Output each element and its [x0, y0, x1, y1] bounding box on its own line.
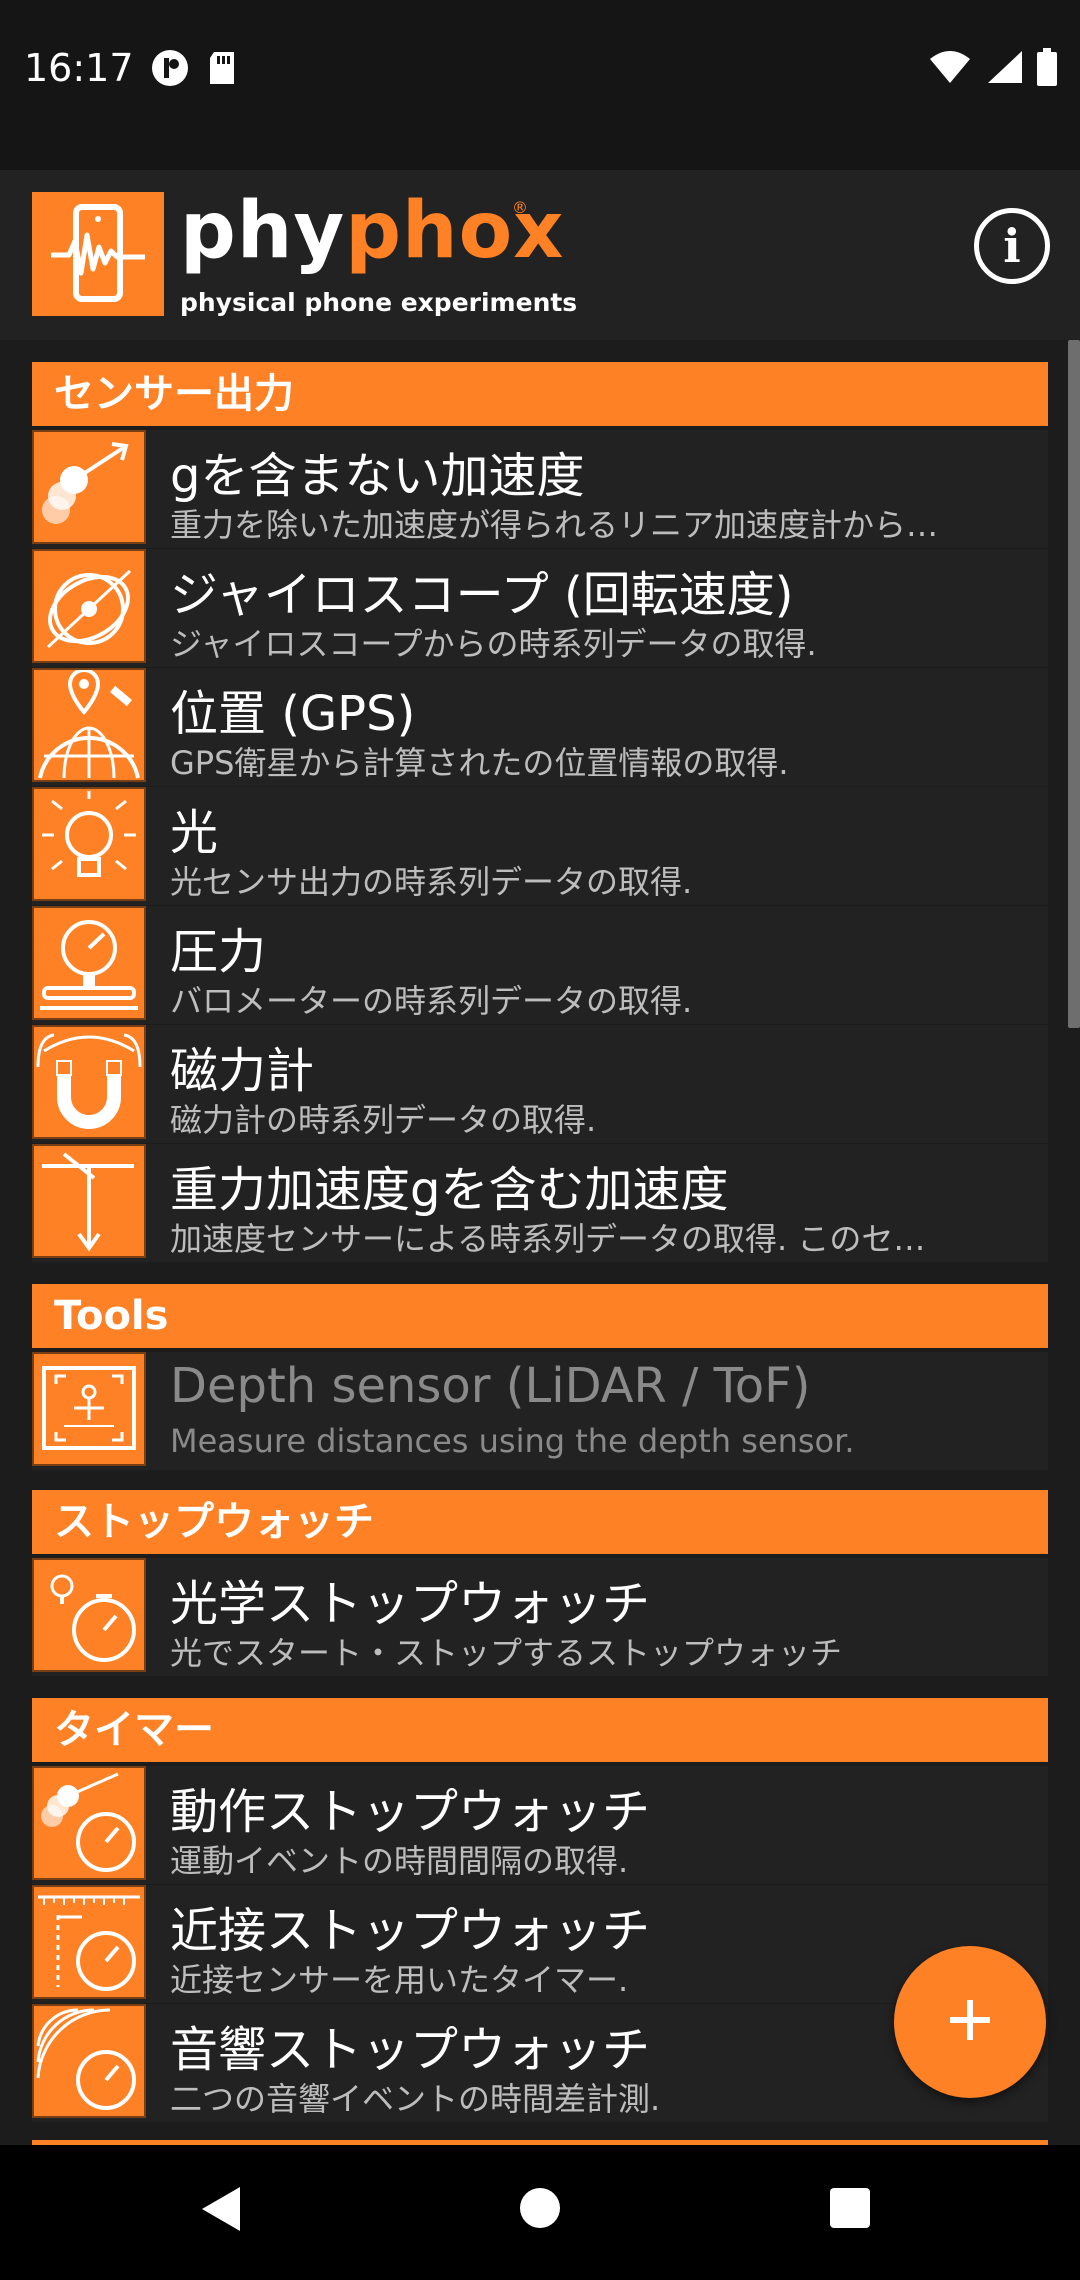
motion-stopwatch-icon — [32, 1766, 146, 1880]
experiment-title: ジャイロスコープ (回転速度) — [170, 567, 794, 623]
battery-icon — [1036, 48, 1058, 90]
experiment-description: Measure distances using the depth sensor… — [170, 1422, 855, 1460]
experiment-title: 磁力計 — [170, 1043, 315, 1099]
experiment-item[interactable]: 圧力 バロメーターの時系列データの取得. — [32, 906, 1048, 1024]
experiment-title: Depth sensor (LiDAR / ToF) — [170, 1358, 811, 1414]
notification-app-icon — [150, 48, 190, 92]
light-bulb-icon — [32, 787, 146, 901]
logo-registered-mark: ® — [512, 198, 528, 217]
experiment-item[interactable]: 位置 (GPS) GPS衛星から計算されたの位置情報の取得. — [32, 668, 1048, 786]
experiment-item[interactable]: 近接ストップウォッチ 近接センサーを用いたタイマー. — [32, 1885, 1048, 2003]
cell-signal-icon — [984, 49, 1024, 89]
plus-icon — [948, 1998, 992, 2046]
experiment-list[interactable]: センサー出力 gを含まない加速度 重力を除いた加速度が得られるリニア加速度計から… — [0, 340, 1080, 2145]
experiment-title: 音響ストップウォッチ — [170, 2022, 651, 2078]
experiment-description: 加速度センサーによる時系列データの取得. このセ… — [170, 1220, 926, 1258]
experiment-title: 近接ストップウォッチ — [170, 1903, 651, 1959]
gps-location-icon — [32, 668, 146, 782]
experiment-description: 磁力計の時系列データの取得. — [170, 1101, 597, 1139]
experiment-title: 光 — [170, 805, 219, 861]
experiment-title: gを含まない加速度 — [170, 448, 585, 504]
experiment-item[interactable]: 光 光センサ出力の時系列データの取得. — [32, 787, 1048, 905]
app-logo-subtitle: physical phone experiments — [180, 288, 578, 317]
experiment-description: 重力を除いた加速度が得られるリニア加速度計から… — [170, 506, 939, 544]
category-header-timer: タイマー — [32, 1698, 1048, 1762]
back-icon[interactable] — [198, 2185, 244, 2237]
experiment-title: 動作ストップウォッチ — [170, 1784, 651, 1840]
experiment-title: 光学ストップウォッチ — [170, 1576, 651, 1632]
status-bar: 16:17 — [0, 0, 1080, 170]
experiment-item[interactable]: gを含まない加速度 重力を除いた加速度が得られるリニア加速度計から… — [32, 430, 1048, 548]
gyroscope-icon — [32, 549, 146, 663]
experiment-item[interactable]: 重力加速度gを含む加速度 加速度センサーによる時系列データの取得. このセ… — [32, 1144, 1048, 1262]
experiment-title: 位置 (GPS) — [170, 686, 416, 742]
recent-apps-icon[interactable] — [830, 2188, 870, 2228]
category-header-sensors: センサー出力 — [32, 362, 1048, 426]
linear-acceleration-icon — [32, 430, 146, 544]
experiment-description: 光でスタート・ストップするストップウォッチ — [170, 1634, 843, 1672]
category-header-stopwatch: ストップウォッチ — [32, 1490, 1048, 1554]
pressure-gauge-icon — [32, 906, 146, 1020]
list-scrollbar[interactable] — [1068, 340, 1080, 1028]
experiment-description: ジャイロスコープからの時系列データの取得. — [170, 625, 817, 663]
sd-card-icon — [206, 48, 238, 92]
experiment-item[interactable]: 光学ストップウォッチ 光でスタート・ストップするストップウォッチ — [32, 1558, 1048, 1676]
info-button[interactable]: i — [974, 208, 1050, 284]
experiment-item[interactable]: Depth sensor (LiDAR / ToF) Measure dista… — [32, 1352, 1048, 1470]
acceleration-axes-icon — [32, 1144, 146, 1258]
phyphox-logo-icon — [32, 192, 164, 316]
home-icon[interactable] — [520, 2188, 560, 2228]
experiment-title: 圧力 — [170, 924, 267, 980]
experiment-title: 重力加速度gを含む加速度 — [170, 1162, 729, 1218]
proximity-stopwatch-icon — [32, 1885, 146, 1999]
system-navigation-bar — [0, 2145, 1080, 2280]
info-icon: i — [1003, 219, 1021, 273]
wifi-icon — [928, 49, 972, 89]
category-header-tools: Tools — [32, 1284, 1048, 1348]
status-time: 16:17 — [24, 46, 134, 90]
depth-sensor-icon — [32, 1352, 146, 1466]
experiment-description: GPS衛星から計算されたの位置情報の取得. — [170, 744, 789, 782]
acoustic-stopwatch-icon — [32, 2004, 146, 2118]
experiment-item[interactable]: 動作ストップウォッチ 運動イベントの時間間隔の取得. — [32, 1766, 1048, 1884]
experiment-description: 光センサ出力の時系列データの取得. — [170, 863, 693, 901]
experiment-description: 二つの音響イベントの時間差計測. — [170, 2080, 661, 2118]
add-experiment-button[interactable] — [894, 1946, 1046, 2098]
app-logo-text: phyphox — [180, 186, 565, 276]
experiment-item[interactable]: 磁力計 磁力計の時系列データの取得. — [32, 1025, 1048, 1143]
optical-stopwatch-icon — [32, 1558, 146, 1672]
magnet-icon — [32, 1025, 146, 1139]
app-bar: phyphox ® physical phone experiments i — [0, 170, 1080, 340]
experiment-description: バロメーターの時系列データの取得. — [170, 982, 693, 1020]
experiment-item[interactable]: ジャイロスコープ (回転速度) ジャイロスコープからの時系列データの取得. — [32, 549, 1048, 667]
experiment-description: 運動イベントの時間間隔の取得. — [170, 1842, 629, 1880]
